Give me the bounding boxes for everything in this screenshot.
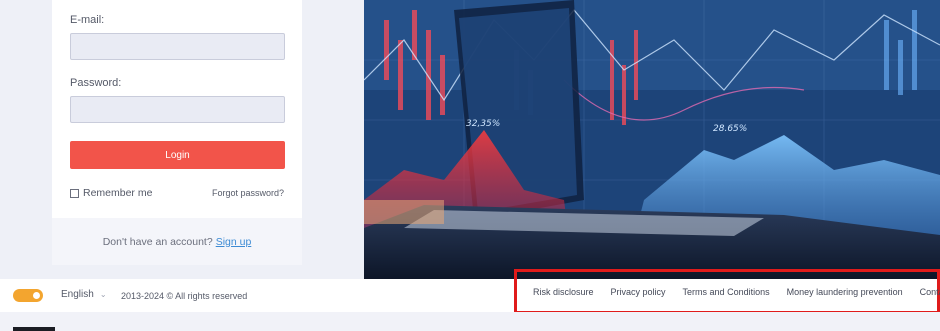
money-laundering-link[interactable]: Money laundering prevention (787, 287, 903, 297)
annotation-1: 32,35% (466, 119, 500, 129)
no-account-text: Don't have an account? (102, 235, 213, 248)
language-selector[interactable]: English ⌄ (61, 289, 107, 300)
login-card: E-mail: Password: Login Remember me Forg… (52, 0, 302, 265)
hero-image: 32,35% 28.65% (364, 0, 940, 279)
password-label: Password: (70, 77, 122, 89)
remember-checkbox[interactable] (70, 188, 79, 198)
footer: English ⌄ 2013-2024 © All rights reserve… (0, 269, 940, 314)
annotation-2: 28.65% (713, 124, 747, 134)
language-label: English (61, 289, 94, 300)
signup-link[interactable]: Sign up (216, 236, 252, 248)
toggle-knob (33, 292, 40, 299)
copyright-text: 2013-2024 © All rights reserved (121, 291, 248, 301)
page-bottom (0, 312, 940, 331)
chevron-down-icon: ⌄ (99, 290, 107, 299)
forgot-password-link[interactable]: Forgot password? (212, 188, 284, 198)
login-button[interactable]: Login (70, 141, 285, 169)
signup-prompt: Don't have an account? Sign up (52, 218, 302, 265)
footer-links-highlight: Risk disclosure Privacy policy Terms and… (514, 269, 940, 314)
bottom-tab (13, 327, 55, 331)
remember-me[interactable]: Remember me (70, 187, 152, 199)
hero-illustration: 32,35% 28.65% (364, 0, 940, 279)
remember-label: Remember me (83, 187, 153, 199)
email-label: E-mail: (70, 14, 105, 26)
email-field[interactable] (70, 33, 285, 60)
theme-toggle[interactable] (13, 289, 43, 302)
desk-light (364, 200, 444, 224)
contacts-link[interactable]: Contacts (920, 287, 940, 297)
risk-disclosure-link[interactable]: Risk disclosure (533, 287, 594, 297)
hero-top-glow (364, 0, 940, 90)
terms-conditions-link[interactable]: Terms and Conditions (683, 287, 770, 297)
password-field[interactable] (70, 96, 285, 123)
privacy-policy-link[interactable]: Privacy policy (611, 287, 666, 297)
